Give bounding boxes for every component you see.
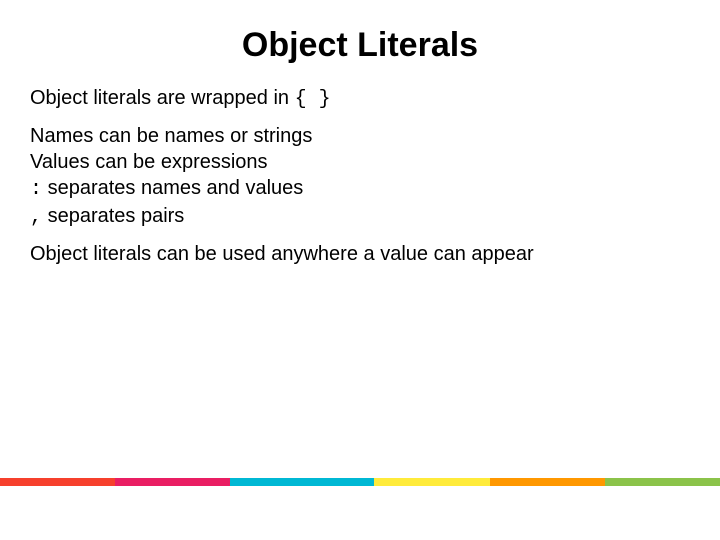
body-line: , separates pairs xyxy=(30,203,690,231)
code-text: : xyxy=(30,178,42,201)
code-text: { } xyxy=(295,88,331,111)
text: separates pairs xyxy=(42,205,184,227)
accent-segment xyxy=(374,478,489,486)
code-text: , xyxy=(30,206,42,229)
body-line: Object literals can be used anywhere a v… xyxy=(30,241,690,267)
text: Object literals are wrapped in xyxy=(30,87,295,109)
accent-segment xyxy=(490,478,605,486)
text: separates names and values xyxy=(42,177,303,199)
accent-segment xyxy=(115,478,230,486)
body-line: Object literals are wrapped in { } xyxy=(30,85,690,113)
accent-strip xyxy=(0,478,720,486)
accent-segment xyxy=(605,478,720,486)
slide: Object Literals Object literals are wrap… xyxy=(0,0,720,540)
slide-body: Object literals are wrapped in { } Names… xyxy=(30,73,690,267)
body-line: : separates names and values xyxy=(30,175,690,203)
body-line: Values can be expressions xyxy=(30,149,690,175)
slide-title: Object Literals xyxy=(30,0,690,73)
body-group: Names can be names or strings Values can… xyxy=(30,123,690,231)
body-line: Names can be names or strings xyxy=(30,123,690,149)
accent-segment xyxy=(230,478,374,486)
accent-segment xyxy=(0,478,115,486)
